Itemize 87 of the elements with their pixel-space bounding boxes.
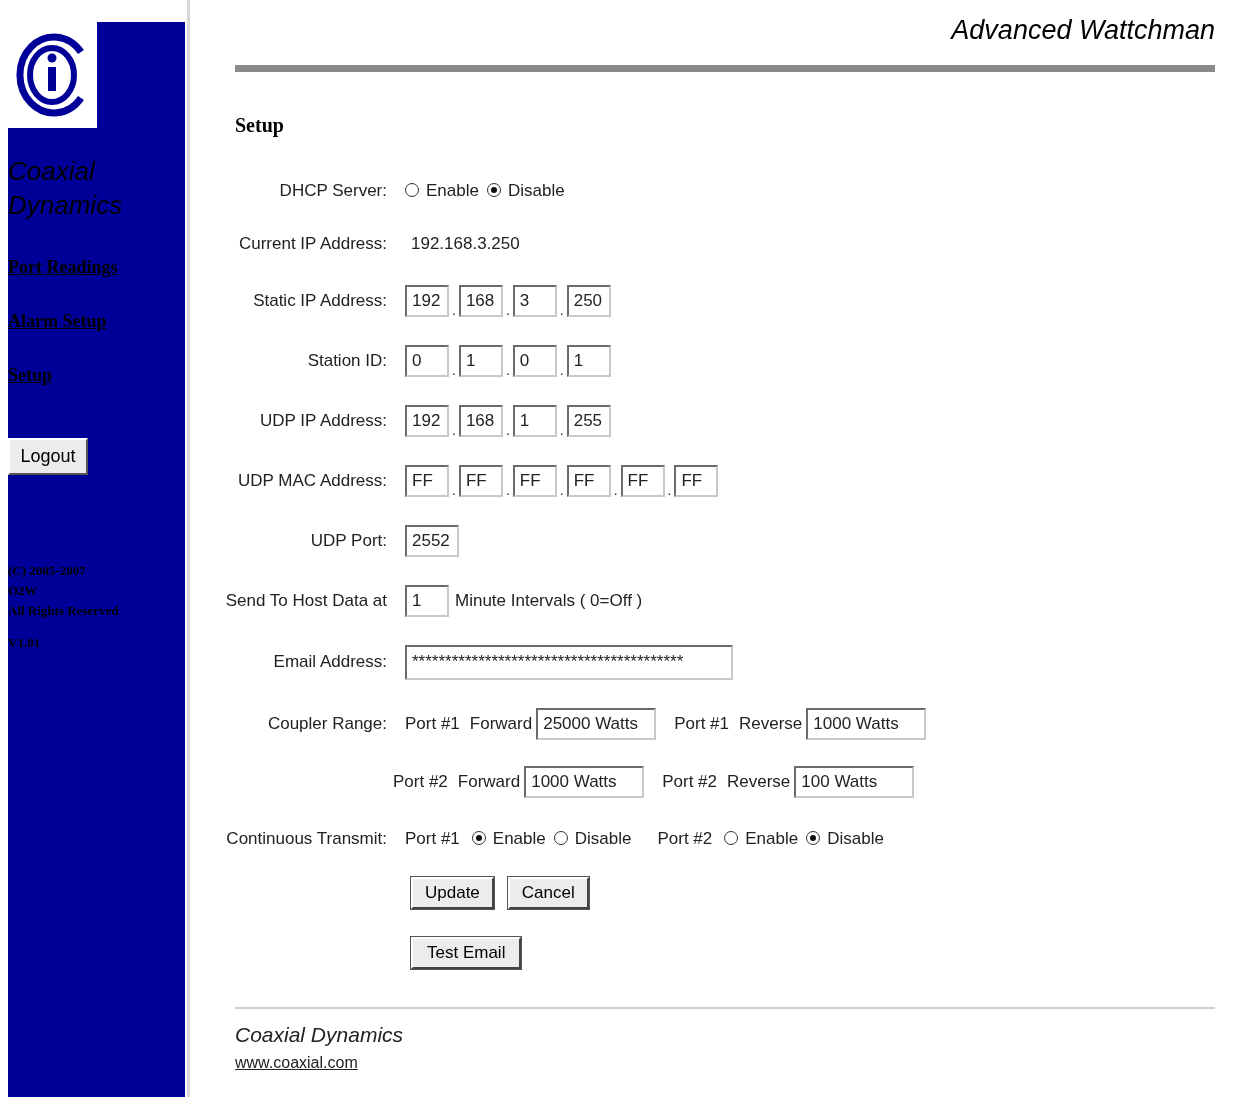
separator-dot: . bbox=[504, 482, 511, 497]
logout-button[interactable]: Logout bbox=[8, 438, 88, 475]
range-field[interactable]: 1000 Watts bbox=[524, 765, 645, 798]
brand-name: Coaxial Dynamics bbox=[8, 155, 124, 222]
port-label: Port #2 bbox=[662, 770, 717, 793]
option-label: Enable bbox=[745, 827, 799, 850]
separator-dot: . bbox=[558, 362, 565, 377]
direction-label: Reverse bbox=[726, 770, 791, 793]
separator-dot: . bbox=[451, 302, 457, 317]
separator-dot: . bbox=[451, 482, 457, 497]
octet-field[interactable]: 1 bbox=[458, 344, 503, 377]
octet-field[interactable]: FF bbox=[674, 464, 719, 497]
separator-dot: . bbox=[504, 422, 511, 437]
interval-field[interactable]: 1 bbox=[405, 584, 449, 617]
footer-company: Coaxial Dynamics bbox=[235, 1022, 405, 1048]
interval-hint: Minute Intervals ( 0=Off ) bbox=[455, 589, 643, 612]
separator-dot: . bbox=[558, 482, 565, 497]
field-label: Station ID: bbox=[307, 349, 387, 372]
separator-dot: . bbox=[558, 422, 565, 437]
section-title: Setup bbox=[235, 112, 285, 139]
radio-button[interactable] bbox=[553, 831, 568, 846]
ip-address-value: 192.168.3.250 bbox=[410, 233, 520, 255]
radio-button[interactable] bbox=[806, 831, 821, 846]
octet-field[interactable]: FF bbox=[620, 464, 665, 497]
direction-label: Reverse bbox=[738, 712, 803, 735]
field-label: Static IP Address: bbox=[253, 289, 387, 312]
field-label: Email Address: bbox=[273, 651, 387, 674]
form-button[interactable]: Update bbox=[411, 877, 494, 909]
separator-dot: . bbox=[558, 302, 565, 317]
port-label: Port #1 bbox=[405, 827, 460, 850]
octet-field[interactable]: 250 bbox=[566, 284, 611, 317]
port-label: Port #2 bbox=[657, 827, 713, 850]
field-label: Continuous Transmit: bbox=[226, 827, 387, 850]
radio-button[interactable] bbox=[486, 183, 501, 198]
range-field[interactable]: 1000 Watts bbox=[806, 707, 927, 740]
version-label: V1.01 bbox=[8, 634, 42, 652]
range-field[interactable]: 100 Watts bbox=[794, 765, 915, 798]
field-label: UDP IP Address: bbox=[260, 409, 387, 432]
separator-dot: . bbox=[451, 362, 457, 377]
separator-dot: . bbox=[451, 422, 457, 437]
octet-field[interactable]: 255 bbox=[566, 404, 611, 437]
separator-dot: . bbox=[612, 482, 619, 497]
port-field[interactable]: 2552 bbox=[405, 524, 459, 557]
copyright-line: (C) 2005-2007 bbox=[8, 562, 87, 580]
form-button[interactable]: Cancel bbox=[507, 877, 589, 909]
octet-field[interactable]: 192 bbox=[405, 404, 449, 437]
field-label: Coupler Range: bbox=[267, 712, 387, 735]
port-label: Port #2 bbox=[393, 770, 448, 793]
port-label: Port #1 bbox=[674, 712, 729, 735]
field-label: UDP Port: bbox=[310, 529, 387, 552]
octet-field[interactable]: 1 bbox=[512, 404, 557, 437]
octet-field[interactable]: FF bbox=[405, 464, 449, 497]
option-label: Enable bbox=[426, 179, 479, 202]
app-title: Advanced Wattchman bbox=[951, 14, 1215, 47]
option-label: Enable bbox=[492, 827, 546, 850]
field-label: Current IP Address: bbox=[238, 233, 387, 255]
option-label: Disable bbox=[574, 827, 632, 850]
direction-label: Forward bbox=[468, 712, 533, 735]
test-email-button[interactable]: Test Email bbox=[411, 937, 522, 969]
option-label: Disable bbox=[507, 179, 565, 202]
copyright-line: O2W bbox=[8, 582, 39, 600]
option-label: Disable bbox=[827, 827, 884, 850]
field-label: DHCP Server: bbox=[279, 179, 387, 202]
copyright-line: All Rights Reserved bbox=[8, 602, 120, 620]
octet-field[interactable]: FF bbox=[512, 464, 557, 497]
octet-field[interactable]: 0 bbox=[512, 344, 557, 377]
octet-field[interactable]: 3 bbox=[512, 284, 557, 317]
website-link[interactable]: www.coaxial.com bbox=[235, 1050, 358, 1075]
field-label: Send To Host Data at bbox=[225, 589, 387, 612]
octet-field[interactable]: FF bbox=[566, 464, 611, 497]
separator-dot: . bbox=[666, 482, 673, 497]
direction-label: Forward bbox=[456, 770, 521, 793]
radio-button[interactable] bbox=[405, 183, 419, 198]
octet-field[interactable]: 168 bbox=[458, 284, 503, 317]
separator-dot: . bbox=[504, 302, 511, 317]
radio-button[interactable] bbox=[471, 831, 486, 846]
port-label: Port #1 bbox=[405, 712, 460, 735]
separator-dot: . bbox=[504, 362, 511, 377]
range-field[interactable]: 25000 Watts bbox=[536, 707, 657, 740]
email-field[interactable]: ***************************************** bbox=[405, 644, 733, 680]
octet-field[interactable]: 0 bbox=[405, 344, 449, 377]
octet-field[interactable]: FF bbox=[458, 464, 503, 497]
radio-button[interactable] bbox=[724, 831, 739, 846]
octet-field[interactable]: 192 bbox=[405, 284, 449, 317]
octet-field[interactable]: 168 bbox=[458, 404, 503, 437]
octet-field[interactable]: 1 bbox=[566, 344, 611, 377]
field-label: UDP MAC Address: bbox=[238, 469, 387, 492]
